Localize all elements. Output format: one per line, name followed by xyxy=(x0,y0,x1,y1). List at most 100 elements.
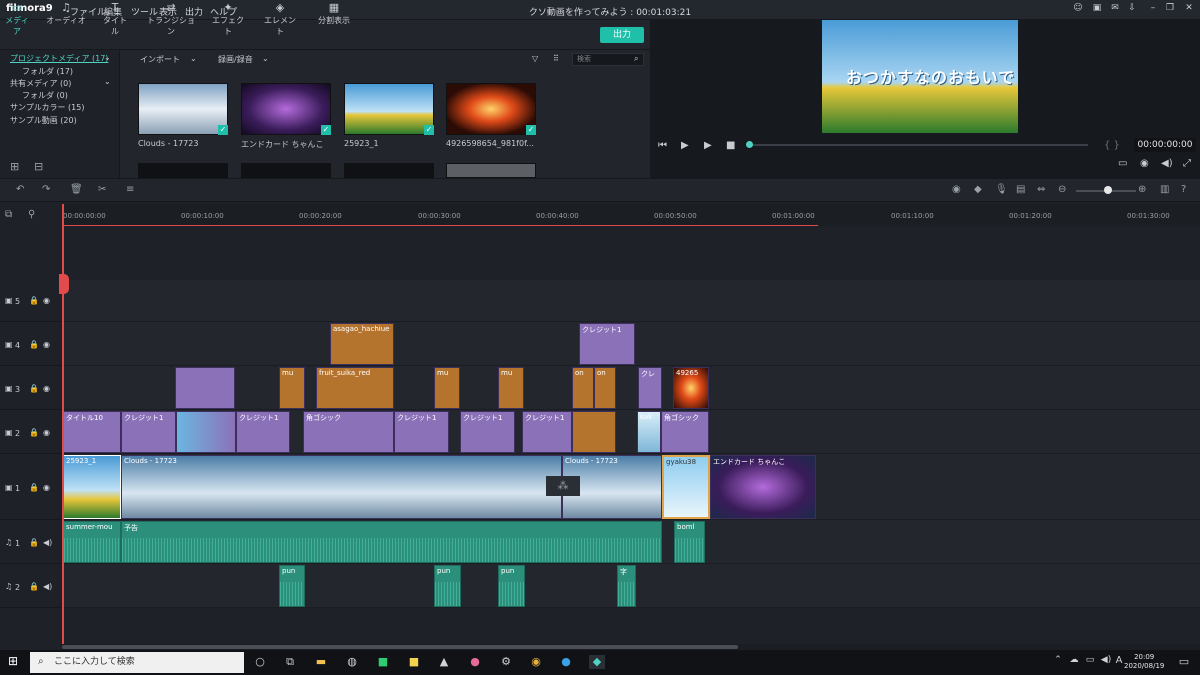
audio-clip[interactable]: pun xyxy=(434,565,461,607)
clip[interactable]: クレ xyxy=(638,367,662,409)
notes-icon[interactable]: ■ xyxy=(406,655,422,669)
windows-start-icon[interactable]: ⊞ xyxy=(8,654,18,668)
media-thumb[interactable] xyxy=(446,83,536,135)
stop-icon[interactable]: ■ xyxy=(726,140,735,151)
clip[interactable]: 49265 xyxy=(673,367,709,409)
chevron-down-icon[interactable]: ⌄ xyxy=(104,53,111,62)
chevron-down-icon[interactable]: ⌄ xyxy=(104,77,111,86)
clip[interactable]: mu xyxy=(498,367,524,409)
tab-effect[interactable]: ✦ エフェクト xyxy=(210,2,246,37)
playhead[interactable] xyxy=(62,204,64,644)
fullscreen-icon[interactable]: ⤢ xyxy=(1183,158,1191,169)
marker-icon[interactable]: ◆ xyxy=(974,184,982,195)
media-thumb[interactable] xyxy=(138,83,228,135)
clip[interactable]: fruit_suika_red xyxy=(316,367,394,409)
scrubber-handle[interactable] xyxy=(746,141,753,148)
tab-title[interactable]: T タイトル xyxy=(100,2,130,37)
tab-element[interactable]: ◈ エレメント xyxy=(262,2,298,37)
new-folder-icon[interactable]: ⊞ xyxy=(10,160,19,173)
clip[interactable]: クレジット1 xyxy=(579,323,635,365)
preview-scrubber[interactable] xyxy=(748,144,1088,146)
clip[interactable]: mu xyxy=(279,367,305,409)
onedrive-icon[interactable]: ☁ xyxy=(1066,655,1082,669)
clip[interactable]: エンドカード ちゃんこ xyxy=(710,455,816,519)
playhead-handle[interactable] xyxy=(59,274,69,294)
media-thumb[interactable] xyxy=(138,163,228,178)
clip[interactable]: 25923_1 xyxy=(63,455,121,519)
link-icon[interactable]: ⚲ xyxy=(28,209,35,220)
import-dropdown[interactable]: インポート xyxy=(140,54,180,65)
lock-icon[interactable]: 🔒 xyxy=(29,428,39,437)
export-button[interactable]: 出力 xyxy=(600,27,644,43)
play-icon[interactable]: ▶ xyxy=(704,140,712,151)
tree-sample-video[interactable]: サンプル動画 (20) xyxy=(10,115,77,126)
account-icon[interactable]: ☺ xyxy=(1071,3,1085,17)
clip[interactable]: Clouds - 17723 xyxy=(121,455,562,519)
lock-icon[interactable]: 🔒 xyxy=(29,483,39,492)
eye-icon[interactable]: ◉ xyxy=(43,296,50,305)
tab-audio[interactable]: ♫ オーディオ xyxy=(46,2,86,28)
media-thumb[interactable] xyxy=(446,163,536,178)
record-dropdown[interactable]: 録画/録音 xyxy=(218,54,253,65)
eye-icon[interactable]: ◉ xyxy=(43,384,50,393)
columns-icon[interactable]: ▥ xyxy=(1160,184,1169,195)
lock-icon[interactable]: 🔒 xyxy=(29,340,39,349)
media-thumb[interactable] xyxy=(344,83,434,135)
tray-chevron-icon[interactable]: ⌃ xyxy=(1050,655,1066,669)
voiceover-icon[interactable]: 🎙 xyxy=(995,184,1008,195)
folder-move-icon[interactable]: ⊟ xyxy=(34,160,43,173)
eye-icon[interactable]: ◉ xyxy=(43,483,50,492)
adjust-icon[interactable]: ≡ xyxy=(126,184,134,195)
filter-icon[interactable]: ▽ xyxy=(532,54,538,63)
clip[interactable] xyxy=(176,411,236,453)
tab-media[interactable]: ▭ メディア xyxy=(2,2,32,37)
media-thumb[interactable] xyxy=(241,163,331,178)
clip[interactable]: on xyxy=(594,367,616,409)
track-video-5[interactable] xyxy=(62,280,1200,322)
speaker-icon[interactable]: ◀) xyxy=(43,538,52,547)
clip[interactable]: クレジット1 xyxy=(121,411,176,453)
tree-sample-color[interactable]: サンプルカラー (15) xyxy=(10,102,84,113)
minimize-icon[interactable]: – xyxy=(1146,3,1160,17)
clip[interactable]: gyaku38 xyxy=(662,455,710,519)
clip[interactable]: クレジット1 xyxy=(236,411,290,453)
close-icon[interactable]: ✕ xyxy=(1182,3,1196,17)
clip[interactable]: 角ゴシック xyxy=(661,411,709,453)
zoom-out-icon[interactable]: ⊖ xyxy=(1058,184,1066,195)
filmora-taskbar-icon[interactable]: ◆ xyxy=(589,655,605,669)
notification-icon[interactable]: ▭ xyxy=(1176,655,1192,669)
taskbar-search[interactable]: ここに入力して検索 xyxy=(30,652,244,673)
redo-icon[interactable]: ↷ xyxy=(42,184,50,195)
cut-icon[interactable]: ✂ xyxy=(98,184,106,195)
play-back-icon[interactable]: ▶ xyxy=(681,140,689,151)
prev-frame-icon[interactable]: ⏮ xyxy=(658,140,667,151)
tree-project-media[interactable]: プロジェクトメディア (17) xyxy=(10,53,108,64)
media-thumb[interactable] xyxy=(344,163,434,178)
clip[interactable]: タイトル10 xyxy=(63,411,121,453)
lock-icon[interactable]: 🔒 xyxy=(29,384,39,393)
eye-icon[interactable]: ◉ xyxy=(43,428,50,437)
explorer-icon[interactable]: ▬ xyxy=(313,655,329,669)
undo-icon[interactable]: ↶ xyxy=(16,184,24,195)
clip[interactable]: クレジット1 xyxy=(460,411,515,453)
clip[interactable] xyxy=(572,411,616,453)
mixer-icon[interactable]: ▤ xyxy=(1016,184,1025,195)
restore-icon[interactable]: ❐ xyxy=(1163,3,1177,17)
cortana-icon[interactable]: ○ xyxy=(252,655,268,669)
audio-clip[interactable]: 予告 xyxy=(121,521,662,563)
scrollbar-thumb[interactable] xyxy=(62,645,738,649)
volume-icon[interactable]: ◀) xyxy=(1161,158,1173,169)
help-icon[interactable]: ? xyxy=(1181,184,1186,195)
zoom-slider-handle[interactable] xyxy=(1104,186,1112,194)
media-thumb[interactable] xyxy=(241,83,331,135)
delete-icon[interactable]: 🗑 xyxy=(70,184,83,195)
search-icon[interactable]: ⌕ xyxy=(634,54,638,64)
chrome-icon[interactable]: ◉ xyxy=(528,655,544,669)
clip[interactable] xyxy=(175,367,235,409)
fit-icon[interactable]: ⇔ xyxy=(1037,184,1045,195)
clip[interactable]: 角ゴシック xyxy=(303,411,394,453)
twitter-icon[interactable]: ● xyxy=(558,655,574,669)
display-icon[interactable]: ▭ xyxy=(1118,158,1127,169)
network-icon[interactable]: ▭ xyxy=(1082,655,1098,669)
clip[interactable]: asagao_hachiue xyxy=(330,323,394,365)
